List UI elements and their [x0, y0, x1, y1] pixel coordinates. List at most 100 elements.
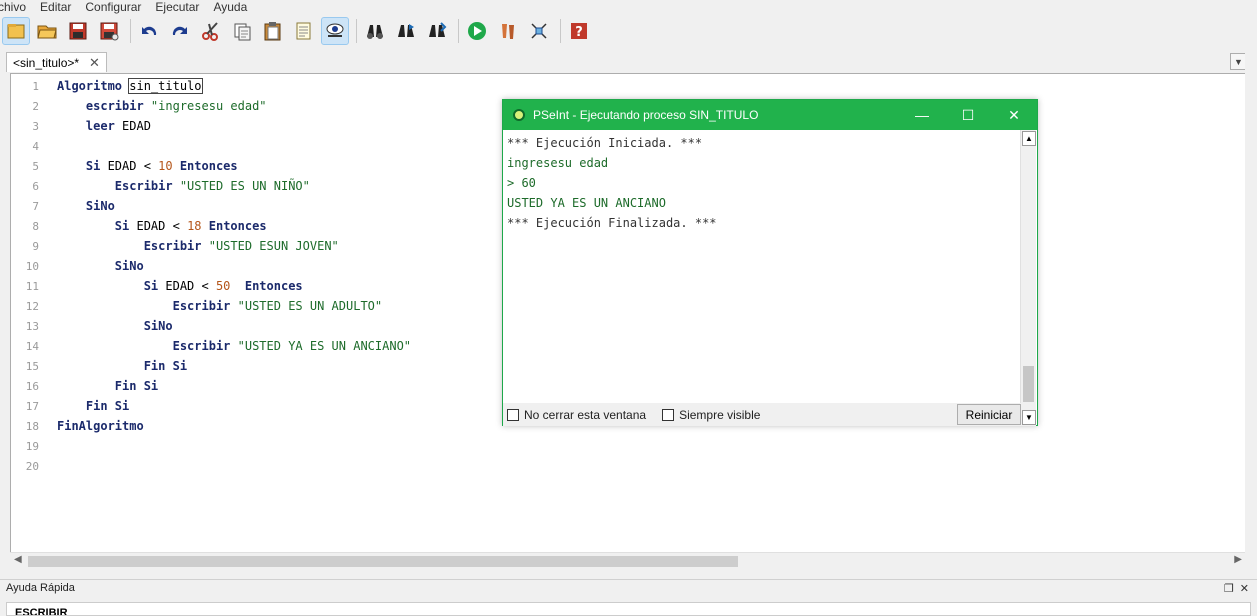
run-window-titlebar[interactable]: PSeInt - Ejecutando proceso SIN_TITULO —… [503, 100, 1037, 130]
output-line: *** Ejecución Iniciada. *** [507, 136, 703, 150]
code-line[interactable]: Escribir "USTED YA ES UN ANCIANO" [57, 336, 411, 356]
help-icon[interactable]: ? [565, 17, 593, 45]
menu-ejecutar[interactable]: Ejecutar [155, 1, 199, 13]
code-token: Escribir [57, 179, 180, 193]
minimize-icon[interactable]: — [899, 100, 945, 130]
line-number: 8 [32, 220, 39, 233]
menu-editar[interactable]: Editar [40, 1, 71, 13]
new-file-icon[interactable] [2, 17, 30, 45]
line-number: 6 [32, 180, 39, 193]
svg-text:?: ? [575, 25, 583, 40]
save-as-icon[interactable] [95, 17, 123, 45]
save-icon[interactable] [64, 17, 92, 45]
toolbar: ? [0, 15, 1257, 47]
code-token: Fin Si [57, 359, 188, 373]
tab-sin-titulo[interactable]: <sin_titulo>* ✕ [6, 52, 107, 72]
code-line[interactable]: Escribir "USTED ES UN NIÑO" [57, 176, 310, 196]
code-line[interactable]: Fin Si [57, 396, 129, 416]
code-line[interactable]: SiNo [57, 256, 144, 276]
menu-archivo[interactable]: rchivo [0, 1, 26, 13]
run-icon[interactable] [463, 17, 491, 45]
copy-icon[interactable] [228, 17, 256, 45]
code-line[interactable]: SiNo [57, 196, 115, 216]
line-number: 4 [32, 140, 39, 153]
line-number: 20 [25, 460, 39, 473]
toolbar-separator [560, 19, 561, 43]
code-line[interactable]: escribir "ingresesu edad" [57, 96, 267, 116]
scroll-left-icon[interactable]: ◀ [14, 554, 22, 565]
binoculars-icon[interactable] [361, 17, 389, 45]
output-line: USTED YA ES UN ANCIANO [507, 196, 666, 210]
scroll-down-icon[interactable]: ▼ [1022, 410, 1036, 425]
step-icon[interactable] [494, 17, 522, 45]
keep-open-label: No cerrar esta ventana [524, 407, 647, 422]
edit-list-icon[interactable] [290, 17, 318, 45]
vertical-scrollbar[interactable] [1245, 48, 1257, 569]
code-line[interactable]: SiNo [57, 316, 173, 336]
scrollbar-thumb[interactable] [1023, 366, 1034, 402]
code-token: "ingresesu edad" [150, 99, 267, 113]
toolbar-separator [458, 19, 459, 43]
line-number: 9 [32, 240, 39, 253]
line-number: 16 [25, 380, 39, 393]
restart-button[interactable]: Reiniciar [957, 404, 1021, 425]
code-line[interactable]: Escribir "USTED ES UN ADULTO" [57, 296, 383, 316]
run-window: PSeInt - Ejecutando proceso SIN_TITULO —… [502, 99, 1038, 426]
cut-icon[interactable] [197, 17, 225, 45]
tab-strip: <sin_titulo>* ✕ ▼ [0, 50, 1257, 72]
code-token: "USTED ES UN ADULTO" [237, 299, 383, 313]
code-token: Entonces [172, 159, 238, 173]
code-line[interactable]: leer EDAD [57, 116, 151, 136]
open-folder-icon[interactable] [33, 17, 61, 45]
keep-open-checkbox[interactable]: No cerrar esta ventana [507, 408, 646, 422]
code-line[interactable]: Si EDAD < 50 Entonces [57, 276, 303, 296]
find-eye-icon[interactable] [321, 17, 349, 45]
close-icon[interactable]: ✕ [89, 55, 100, 71]
code-line[interactable]: Si EDAD < 18 Entonces [57, 216, 267, 236]
line-number: 14 [25, 340, 39, 353]
menu-configurar[interactable]: Configurar [85, 1, 141, 13]
replace-icon[interactable] [423, 17, 451, 45]
code-token: Entonces [230, 279, 303, 293]
horizontal-scrollbar[interactable]: ◀ ▶ [10, 552, 1246, 569]
menu-ayuda[interactable]: Ayuda [213, 1, 247, 13]
restore-icon[interactable]: ❐ [1224, 582, 1234, 595]
maximize-icon[interactable]: ☐ [945, 100, 991, 130]
code-token: SiNo [57, 319, 173, 333]
find-next-icon[interactable] [392, 17, 420, 45]
redo-icon[interactable] [166, 17, 194, 45]
code-line[interactable]: Escribir "USTED ESUN JOVEN" [57, 236, 339, 256]
line-number: 1 [32, 80, 39, 93]
close-icon[interactable]: ✕ [1240, 582, 1249, 595]
code-line[interactable]: Fin Si [57, 356, 187, 376]
close-icon[interactable]: ✕ [991, 100, 1037, 130]
paste-icon[interactable] [259, 17, 287, 45]
run-output: *** Ejecución Iniciada. *** ingresesu eda… [505, 133, 1021, 401]
code-token: Entonces [201, 219, 267, 233]
code-token: leer [57, 119, 123, 133]
code-token: "USTED ESUN JOVEN" [208, 239, 339, 253]
output-scrollbar[interactable]: ▲ ▼ [1020, 130, 1036, 426]
checkbox-box[interactable] [662, 408, 675, 421]
code-token: Escribir [57, 239, 209, 253]
code-line[interactable]: Algoritmo sin_titulo [57, 76, 203, 96]
code-line[interactable]: FinAlgoritmo [57, 416, 144, 436]
code-line[interactable]: Si EDAD < 10 Entonces [57, 156, 238, 176]
undo-icon[interactable] [135, 17, 163, 45]
scroll-up-icon[interactable]: ▲ [1022, 131, 1036, 146]
run-window-title: PSeInt - Ejecutando proceso SIN_TITULO [533, 108, 759, 122]
checkbox-box[interactable] [507, 408, 519, 421]
always-visible-checkbox[interactable]: Siempre visible [662, 408, 760, 422]
line-number: 18 [25, 420, 39, 433]
line-number: 19 [25, 440, 39, 453]
flowchart-icon[interactable] [525, 17, 553, 45]
quick-help-text: ESCRIBIR [15, 607, 68, 616]
toolbar-separator [130, 19, 131, 43]
scroll-right-icon[interactable]: ▶ [1234, 554, 1242, 565]
code-token: SiNo [57, 259, 144, 273]
output-line: *** Ejecución Finalizada. *** [507, 216, 717, 230]
line-number-gutter: 1 2 3 4 5 6 7 8 9 10 11 12 13 14 15 16 17 18 19 20 [11, 74, 43, 568]
code-line[interactable]: Fin Si [57, 376, 158, 396]
line-number: 5 [32, 160, 39, 173]
scrollbar-thumb[interactable] [28, 556, 738, 567]
